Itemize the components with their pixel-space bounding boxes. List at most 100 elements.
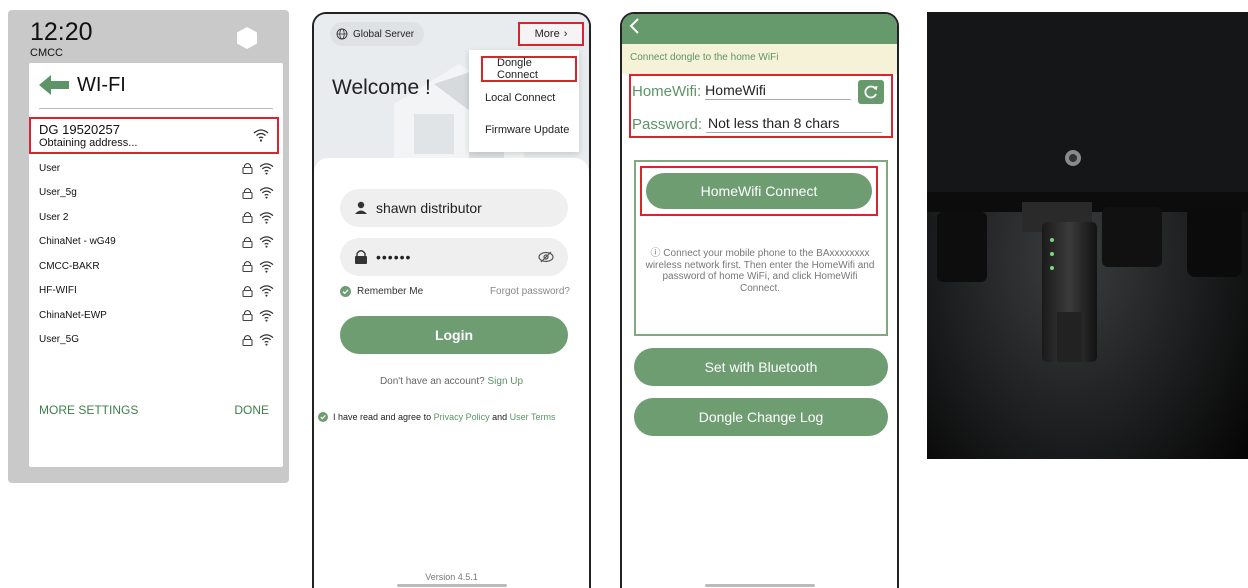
wifi-title: WI-FI	[77, 73, 126, 96]
login-screen: Global Server More › Welcome ! Dongle Co…	[312, 12, 591, 588]
signup-link[interactable]: Sign Up	[487, 376, 523, 387]
network-icons	[242, 235, 274, 248]
connect-box: HomeWifi Connect ⓘ Connect your mobile p…	[634, 160, 888, 336]
top-bar	[622, 14, 897, 44]
more-settings-button[interactable]: MORE SETTINGS	[39, 403, 138, 417]
wifi-signal-icon	[259, 310, 274, 322]
network-icons	[242, 186, 274, 199]
wifi-signal-icon	[259, 334, 274, 346]
home-indicator	[704, 584, 815, 587]
network-name: User_5g	[39, 187, 77, 199]
network-icons	[242, 309, 274, 322]
network-name: CMCC-BAKR	[39, 260, 100, 272]
server-selector[interactable]: Global Server	[330, 22, 425, 46]
network-row[interactable]: ChinaNet-EWP	[39, 303, 274, 328]
wifi-signal-icon	[259, 285, 274, 297]
remember-me-label: Remember Me	[357, 286, 424, 297]
password-input[interactable]: ••••••	[340, 238, 568, 276]
user-terms-link[interactable]: User Terms	[510, 412, 556, 422]
network-name: User_5G	[39, 334, 80, 346]
login-button[interactable]: Login	[340, 316, 568, 354]
lock-icon	[242, 261, 253, 273]
wifi-titlebar: WI-FI	[39, 70, 126, 100]
welcome-title: Welcome !	[332, 76, 431, 99]
lock-icon	[242, 334, 253, 346]
dongle-connect-screen: Connect dongle to the home WiFi HomeWifi…	[620, 12, 899, 588]
more-dropdown-menu: Dongle Connect Local Connect Firmware Up…	[469, 50, 579, 152]
network-name: ChinaNet-EWP	[39, 309, 107, 321]
lock-icon	[242, 285, 253, 297]
wifi-signal-icon	[259, 212, 274, 224]
homewifi-input[interactable]: HomeWifi	[705, 82, 852, 100]
lock-icon	[355, 250, 367, 264]
status-time: 12:20	[30, 18, 93, 46]
network-icons	[242, 333, 274, 346]
network-row[interactable]: User_5G	[39, 328, 274, 353]
settings-hexagon-icon[interactable]	[236, 26, 258, 50]
password-input[interactable]: Not less than 8 chars	[706, 115, 883, 133]
back-arrow-icon[interactable]	[39, 75, 69, 95]
network-name: ChinaNet - wG49	[39, 236, 116, 248]
network-status: Obtaining address...	[39, 137, 138, 149]
refresh-icon	[864, 85, 878, 99]
agree-and-text: and	[492, 412, 508, 422]
network-row[interactable]: CMCC-BAKR	[39, 254, 274, 279]
menu-firmware-update[interactable]: Firmware Update	[469, 114, 579, 146]
more-button[interactable]: More ›	[518, 22, 584, 46]
privacy-policy-link[interactable]: Privacy Policy	[434, 412, 490, 422]
done-button[interactable]: DONE	[234, 403, 269, 417]
selected-network-row[interactable]: DG 19520257 Obtaining address...	[29, 117, 279, 154]
status-carrier: CMCC	[30, 47, 63, 59]
version-text: Version 4.5.1	[425, 572, 478, 582]
home-indicator	[396, 584, 507, 587]
dongle-photo	[927, 12, 1248, 459]
homewifi-connect-button[interactable]: HomeWifi Connect	[646, 173, 872, 209]
user-icon	[355, 201, 367, 214]
notice-bar: Connect dongle to the home WiFi	[622, 44, 897, 74]
lock-icon	[242, 310, 253, 322]
network-icons	[242, 211, 274, 224]
bluetooth-button[interactable]: Set with Bluetooth	[634, 348, 888, 386]
server-label: Global Server	[353, 28, 415, 40]
wifi-dialog: WI-FI DG 19520257 Obtaining address... U…	[29, 63, 283, 467]
info-text-block: ⓘ Connect your mobile phone to the BAxxx…	[644, 248, 876, 294]
username-value: shawn distributor	[376, 200, 482, 216]
info-text: Connect your mobile phone to the BAxxxxx…	[645, 248, 875, 294]
refresh-button[interactable]	[858, 80, 884, 104]
homewifi-label: HomeWifi:	[632, 83, 702, 100]
agree-row: I have read and agree to Privacy Policy …	[318, 412, 556, 422]
lock-icon	[242, 212, 253, 224]
change-log-button[interactable]: Dongle Change Log	[634, 398, 888, 436]
network-row[interactable]: User 2	[39, 205, 274, 230]
password-label: Password:	[632, 116, 703, 133]
network-row[interactable]: User	[39, 156, 274, 181]
agree-checkbox-icon[interactable]	[318, 412, 328, 422]
network-row[interactable]: HF-WIFI	[39, 279, 274, 304]
eye-off-icon[interactable]	[538, 251, 554, 263]
info-icon: ⓘ	[650, 248, 661, 259]
menu-dongle-connect[interactable]: Dongle Connect	[481, 56, 577, 82]
network-name: User	[39, 162, 61, 174]
menu-local-connect[interactable]: Local Connect	[469, 82, 579, 114]
back-chevron-icon[interactable]	[628, 17, 642, 35]
chevron-right-icon: ›	[563, 28, 568, 40]
remember-row: Remember Me Forgot password?	[340, 286, 570, 297]
homewifi-row: HomeWifi: HomeWifi	[632, 82, 852, 100]
network-row[interactable]: User_5g	[39, 181, 274, 206]
remember-me-checkbox[interactable]: Remember Me	[340, 286, 423, 297]
agree-text: I have read and agree to	[333, 412, 432, 422]
network-icons	[242, 162, 274, 175]
divider	[39, 108, 273, 109]
network-list: User User_5g User 2 ChinaNet - wG49 CMCC-BAK…	[39, 156, 274, 352]
network-row[interactable]: ChinaNet - wG49	[39, 230, 274, 255]
signup-row: Don't have an account? Sign Up	[314, 376, 589, 387]
connect-button-highlight: HomeWifi Connect	[640, 166, 878, 216]
forgot-password-link[interactable]: Forgot password?	[490, 286, 570, 297]
network-name: DG 19520257	[39, 122, 120, 137]
network-icons	[242, 284, 274, 297]
username-input[interactable]: shawn distributor	[340, 189, 568, 227]
globe-icon	[336, 28, 348, 40]
no-account-text: Don't have an account?	[379, 376, 485, 387]
wifi-footer: MORE SETTINGS DONE	[39, 403, 269, 417]
network-name: HF-WIFI	[39, 285, 77, 297]
